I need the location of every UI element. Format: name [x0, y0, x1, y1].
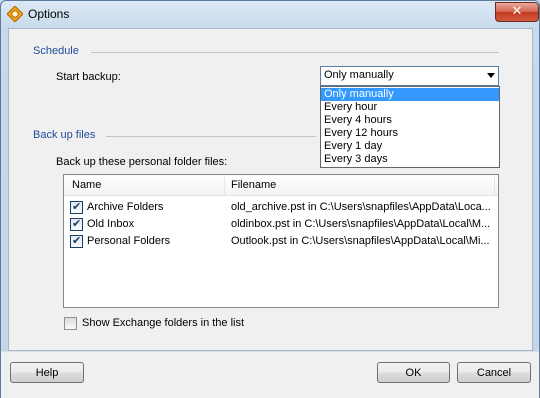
- cancel-button[interactable]: Cancel: [457, 362, 531, 383]
- backup-files-list-label: Back up these personal folder files:: [56, 156, 228, 168]
- schedule-group-divider: [91, 52, 499, 53]
- row-checkbox[interactable]: ✔: [70, 234, 83, 248]
- row-checkbox[interactable]: ✔: [70, 200, 83, 214]
- close-icon: ✕: [511, 4, 523, 19]
- checkmark-icon: ✔: [72, 200, 82, 213]
- show-exchange-folders-checkbox[interactable]: [64, 317, 77, 330]
- start-backup-selected-value: Only manually: [324, 69, 394, 81]
- row-checkbox[interactable]: ✔: [70, 217, 83, 231]
- backup-files-group-label: Back up files: [33, 129, 96, 141]
- list-header: Name Filename: [64, 175, 498, 196]
- list-item[interactable]: ✔ Archive Folders old_archive.pst in C:\…: [64, 199, 498, 216]
- row-filename: Outlook.pst in C:\Users\snapfiles\AppDat…: [231, 235, 490, 247]
- personal-folder-files-list[interactable]: Name Filename ✔ Archive Folders old_arch…: [63, 174, 499, 308]
- ok-button[interactable]: OK: [377, 362, 450, 383]
- row-name: Old Inbox: [87, 218, 135, 230]
- checkmark-icon: ✔: [72, 217, 82, 230]
- dropdown-option-every-3-days[interactable]: Every 3 days: [321, 153, 499, 166]
- outlook-backup-icon: [7, 6, 23, 22]
- options-dialog: Options ✕ Schedule Start backup: Only ma…: [0, 0, 540, 398]
- start-backup-combobox[interactable]: Only manually: [320, 66, 499, 86]
- dialog-button-bar: Help OK Cancel: [1, 351, 539, 398]
- dropdown-option-every-hour[interactable]: Every hour: [321, 101, 499, 114]
- show-exchange-folders-label[interactable]: Show Exchange folders in the list: [82, 317, 244, 329]
- chevron-down-icon[interactable]: [487, 73, 495, 78]
- dropdown-option-every-4-hours[interactable]: Every 4 hours: [321, 114, 499, 127]
- dialog-client-area: Schedule Start backup: Only manually Onl…: [8, 28, 533, 351]
- start-backup-label: Start backup:: [56, 71, 121, 83]
- backup-files-group-divider: [106, 136, 316, 137]
- dropdown-option-every-1-day[interactable]: Every 1 day: [321, 140, 499, 153]
- row-filename: oldinbox.pst in C:\Users\snapfiles\AppDa…: [231, 218, 491, 230]
- column-header-filename[interactable]: Filename: [231, 179, 276, 191]
- column-header-name[interactable]: Name: [72, 179, 101, 191]
- column-separator[interactable]: [224, 175, 225, 195]
- list-item[interactable]: ✔ Old Inbox oldinbox.pst in C:\Users\sna…: [64, 216, 498, 233]
- title-bar[interactable]: Options ✕: [1, 1, 539, 27]
- row-name: Archive Folders: [87, 201, 164, 213]
- window-title: Options: [28, 7, 70, 21]
- column-separator[interactable]: [494, 175, 495, 195]
- help-button[interactable]: Help: [10, 362, 84, 383]
- row-name: Personal Folders: [87, 235, 171, 247]
- dropdown-option-every-12-hours[interactable]: Every 12 hours: [321, 127, 499, 140]
- checkmark-icon: ✔: [72, 234, 82, 247]
- start-backup-dropdown-list: Only manually Every hour Every 4 hours E…: [320, 86, 500, 168]
- row-filename: old_archive.pst in C:\Users\snapfiles\Ap…: [231, 201, 491, 213]
- close-button[interactable]: ✕: [495, 2, 539, 22]
- list-item[interactable]: ✔ Personal Folders Outlook.pst in C:\Use…: [64, 233, 498, 250]
- schedule-group-label: Schedule: [33, 45, 79, 57]
- dropdown-option-only-manually[interactable]: Only manually: [321, 88, 499, 101]
